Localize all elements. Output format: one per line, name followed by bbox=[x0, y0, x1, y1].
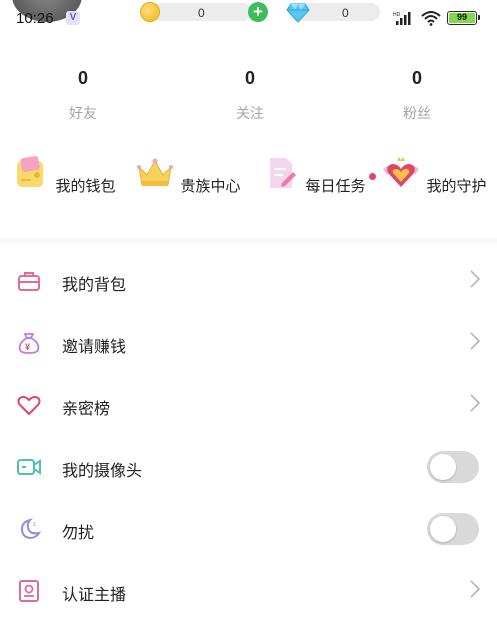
battery-icon: 99 bbox=[447, 11, 480, 25]
toggle-knob bbox=[430, 516, 456, 542]
stat-label: 粉丝 bbox=[403, 106, 431, 122]
chevron-right-icon bbox=[470, 332, 481, 350]
section-divider bbox=[0, 238, 497, 246]
svg-text:¥: ¥ bbox=[25, 342, 30, 352]
stat-fans[interactable]: 0 粉丝 bbox=[357, 68, 477, 123]
quick-entries: 我的钱包 贵族中心 每日任务 我的守护 bbox=[0, 155, 497, 230]
menu-label: 亲密榜 bbox=[62, 399, 111, 418]
wallet-icon bbox=[17, 156, 44, 187]
money-bag-icon: ¥ bbox=[18, 333, 40, 354]
chevron-right-icon bbox=[470, 270, 481, 288]
stat-friends[interactable]: 0 好友 bbox=[23, 68, 143, 123]
svg-text:z: z bbox=[33, 522, 36, 528]
wifi-icon bbox=[421, 11, 441, 26]
stat-following[interactable]: 0 关注 bbox=[190, 68, 310, 123]
system-icons: HD 99 bbox=[393, 8, 483, 28]
menu-item-intimacy-rank[interactable]: 亲密榜 bbox=[0, 374, 497, 436]
currency-bar: 0 + 0 bbox=[140, 2, 385, 23]
menu-item-my-camera[interactable]: 我的摄像头 bbox=[0, 436, 497, 498]
heart-icon bbox=[17, 395, 41, 416]
menu-label: 认证主播 bbox=[62, 585, 127, 604]
quick-label: 我的守护 bbox=[426, 177, 487, 195]
signal-icon: HD bbox=[393, 12, 411, 25]
gem-value: 0 bbox=[342, 6, 349, 20]
coin-icon bbox=[140, 2, 160, 22]
quick-noble-center[interactable]: 贵族中心 bbox=[133, 155, 243, 196]
camera-toggle[interactable] bbox=[427, 451, 479, 483]
toggle-knob bbox=[430, 454, 456, 480]
chevron-right-icon bbox=[470, 580, 481, 598]
guard-heart-icon bbox=[383, 157, 420, 187]
stat-value: 0 bbox=[244, 68, 255, 88]
coin-value: 0 bbox=[198, 6, 205, 20]
stat-label: 关注 bbox=[236, 106, 264, 122]
svg-text:HD: HD bbox=[393, 12, 401, 18]
battery-percent: 99 bbox=[456, 12, 467, 22]
quick-label: 我的钱包 bbox=[55, 177, 116, 195]
quick-my-guardian[interactable]: 我的守护 bbox=[379, 155, 489, 196]
status-bar: 10:26 V 0 + 0 HD 99 bbox=[0, 0, 497, 36]
quick-label-text: 每日任务 bbox=[305, 177, 366, 195]
crown-icon bbox=[137, 158, 174, 186]
menu-label: 邀请赚钱 bbox=[62, 337, 127, 356]
quick-label: 贵族中心 bbox=[180, 177, 241, 195]
status-time: 10:26 bbox=[16, 10, 54, 27]
stat-value: 0 bbox=[411, 68, 422, 88]
notification-dot bbox=[368, 173, 376, 180]
menu-item-invite-earn[interactable]: ¥ 邀请赚钱 bbox=[0, 312, 497, 374]
quick-wallet[interactable]: 我的钱包 bbox=[8, 155, 118, 196]
menu-label: 我的背包 bbox=[62, 275, 127, 294]
moon-icon: z bbox=[20, 518, 42, 540]
stat-label: 好友 bbox=[69, 106, 97, 122]
camera-icon bbox=[17, 459, 41, 475]
certified-icon bbox=[19, 580, 39, 602]
menu-label: 我的摄像头 bbox=[62, 461, 143, 480]
menu-item-backpack[interactable]: 我的背包 bbox=[0, 250, 497, 312]
menu-label: 勿扰 bbox=[62, 523, 95, 542]
menu-item-do-not-disturb[interactable]: z 勿扰 bbox=[0, 498, 497, 560]
backpack-icon bbox=[18, 272, 40, 291]
diamond-icon bbox=[286, 3, 310, 23]
chevron-right-icon bbox=[470, 394, 481, 412]
quick-daily-tasks[interactable]: 每日任务 bbox=[258, 155, 376, 196]
do-not-disturb-toggle[interactable] bbox=[427, 513, 479, 545]
recharge-button[interactable]: + bbox=[248, 2, 268, 22]
quick-label: 每日任务 bbox=[305, 173, 376, 196]
profile-stats: 0 好友 0 关注 0 粉丝 bbox=[0, 68, 497, 128]
menu-item-certified-host[interactable]: 认证主播 bbox=[0, 560, 497, 620]
app-notification-icon: V bbox=[66, 11, 80, 25]
task-icon bbox=[270, 158, 297, 188]
stat-value: 0 bbox=[77, 68, 88, 88]
